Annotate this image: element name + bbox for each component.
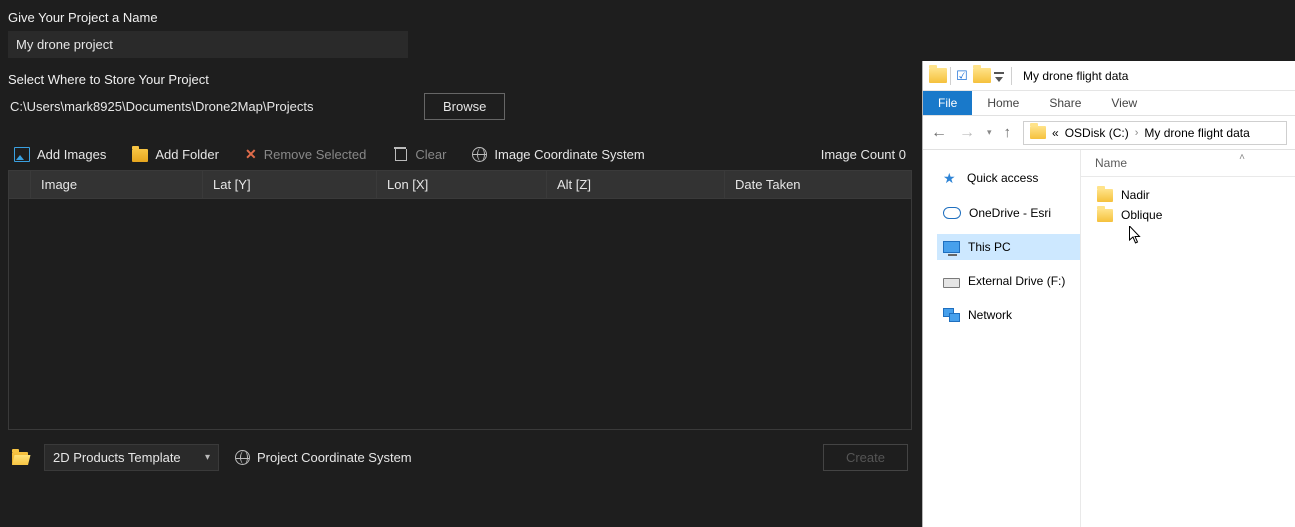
tab-view[interactable]: View: [1096, 91, 1152, 115]
properties-icon[interactable]: ☑: [954, 68, 970, 84]
globe-icon: [235, 450, 250, 465]
clear-label: Clear: [415, 147, 446, 162]
trash-icon: [392, 146, 408, 162]
folder-item[interactable]: Oblique: [1095, 205, 1281, 225]
chevron-down-icon: ▾: [205, 452, 210, 463]
clear-button[interactable]: Clear: [392, 146, 446, 162]
add-folder-button[interactable]: Add Folder: [132, 147, 219, 162]
address-bar-row: ← → ▾ ↑ « OSDisk (C:) › My drone flight …: [923, 116, 1295, 150]
folder-icon: [1097, 189, 1113, 202]
nav-label: Network: [968, 308, 1012, 322]
folder-item[interactable]: Nadir: [1095, 185, 1281, 205]
folder-icon: [1030, 126, 1046, 139]
col-header-image[interactable]: Image: [31, 171, 203, 198]
nav-onedrive[interactable]: OneDrive - Esri: [937, 200, 1080, 226]
ribbon-tabs: File Home Share View: [923, 91, 1295, 116]
star-icon: ★: [943, 170, 959, 186]
image-icon: [14, 146, 30, 162]
bottom-bar: 2D Products Template ▾ Project Coordinat…: [8, 444, 912, 471]
open-folder-icon[interactable]: [12, 452, 28, 465]
globe-icon: [472, 147, 487, 162]
add-folder-label: Add Folder: [155, 147, 219, 162]
nav-quick-access[interactable]: ★ Quick access: [937, 164, 1080, 192]
image-table: Image Lat [Y] Lon [X] Alt [Z] Date Taken: [8, 170, 912, 430]
image-toolbar: Add Images Add Folder ✕ Remove Selected …: [8, 146, 912, 162]
col-header-lon[interactable]: Lon [X]: [377, 171, 547, 198]
create-button: Create: [823, 444, 908, 471]
project-cs-button[interactable]: Project Coordinate System: [235, 450, 412, 465]
history-dropdown-icon[interactable]: ▾: [987, 127, 992, 138]
remove-selected-button[interactable]: ✕ Remove Selected: [245, 147, 366, 162]
tab-file[interactable]: File: [923, 91, 972, 115]
nav-back-icon[interactable]: ←: [931, 125, 947, 141]
nav-network[interactable]: Network: [937, 302, 1080, 328]
add-images-button[interactable]: Add Images: [14, 146, 106, 162]
cloud-icon: [943, 207, 961, 219]
network-icon: [943, 308, 960, 322]
column-header-label: Name: [1095, 156, 1127, 170]
breadcrumb-folder[interactable]: My drone flight data: [1144, 126, 1249, 140]
nav-label: Quick access: [967, 171, 1038, 185]
nav-forward-icon: →: [959, 125, 975, 141]
add-images-label: Add Images: [37, 147, 106, 162]
remove-selected-label: Remove Selected: [264, 147, 367, 162]
breadcrumb-overflow[interactable]: «: [1052, 126, 1059, 140]
folder-icon: [929, 68, 947, 83]
project-name-input[interactable]: [8, 31, 408, 58]
drive-icon: [943, 278, 960, 288]
folder-item-label: Nadir: [1121, 188, 1150, 202]
nav-external-drive[interactable]: External Drive (F:): [937, 268, 1080, 294]
tab-home[interactable]: Home: [972, 91, 1034, 115]
explorer-titlebar: ☑ My drone flight data: [923, 61, 1295, 91]
remove-icon: ✕: [245, 147, 257, 161]
nav-label: This PC: [968, 240, 1011, 254]
template-dropdown-value: 2D Products Template: [53, 450, 181, 465]
mouse-cursor-icon: [1129, 226, 1142, 245]
col-header-date[interactable]: Date Taken: [725, 171, 911, 198]
image-cs-button[interactable]: Image Coordinate System: [472, 147, 644, 162]
sort-indicator-icon: ˄: [1239, 152, 1245, 163]
col-header-lat[interactable]: Lat [Y]: [203, 171, 377, 198]
project-cs-label: Project Coordinate System: [257, 450, 412, 465]
breadcrumb-drive[interactable]: OSDisk (C:): [1065, 126, 1129, 140]
row-selector-header[interactable]: [9, 171, 31, 198]
folder-item-label: Oblique: [1121, 208, 1162, 222]
nav-label: OneDrive - Esri: [969, 206, 1051, 220]
image-cs-label: Image Coordinate System: [494, 147, 644, 162]
file-explorer-window: ☑ My drone flight data File Home Share V…: [922, 61, 1295, 527]
window-title: My drone flight data: [1019, 69, 1128, 83]
nav-up-icon[interactable]: ↑: [1004, 124, 1012, 141]
monitor-icon: [943, 241, 960, 253]
col-header-alt[interactable]: Alt [Z]: [547, 171, 725, 198]
tab-share[interactable]: Share: [1034, 91, 1096, 115]
column-header-name[interactable]: Name ˄: [1081, 150, 1295, 177]
breadcrumb-separator-icon: ›: [1135, 127, 1139, 139]
project-location-label: Select Where to Store Your Project: [8, 72, 912, 87]
image-count-label: Image Count 0: [821, 147, 906, 162]
separator: [950, 67, 951, 85]
folder-icon: [973, 68, 991, 83]
folder-icon: [1097, 209, 1113, 222]
project-name-label: Give Your Project a Name: [8, 10, 912, 25]
browse-button[interactable]: Browse: [424, 93, 505, 120]
image-table-header: Image Lat [Y] Lon [X] Alt [Z] Date Taken: [9, 171, 911, 199]
folder-icon: [132, 149, 148, 162]
separator: [1011, 67, 1012, 85]
project-path-input[interactable]: [8, 93, 408, 120]
navigation-pane: ★ Quick access OneDrive - Esri This PC E…: [923, 150, 1081, 527]
nav-label: External Drive (F:): [968, 274, 1065, 288]
project-wizard-panel: Give Your Project a Name Select Where to…: [0, 0, 920, 527]
nav-this-pc[interactable]: This PC: [937, 234, 1080, 260]
address-bar[interactable]: « OSDisk (C:) › My drone flight data: [1023, 121, 1287, 145]
qat-dropdown-icon[interactable]: [994, 68, 1004, 84]
template-dropdown[interactable]: 2D Products Template ▾: [44, 444, 219, 471]
file-list-pane: Name ˄ Nadir Oblique: [1081, 150, 1295, 527]
